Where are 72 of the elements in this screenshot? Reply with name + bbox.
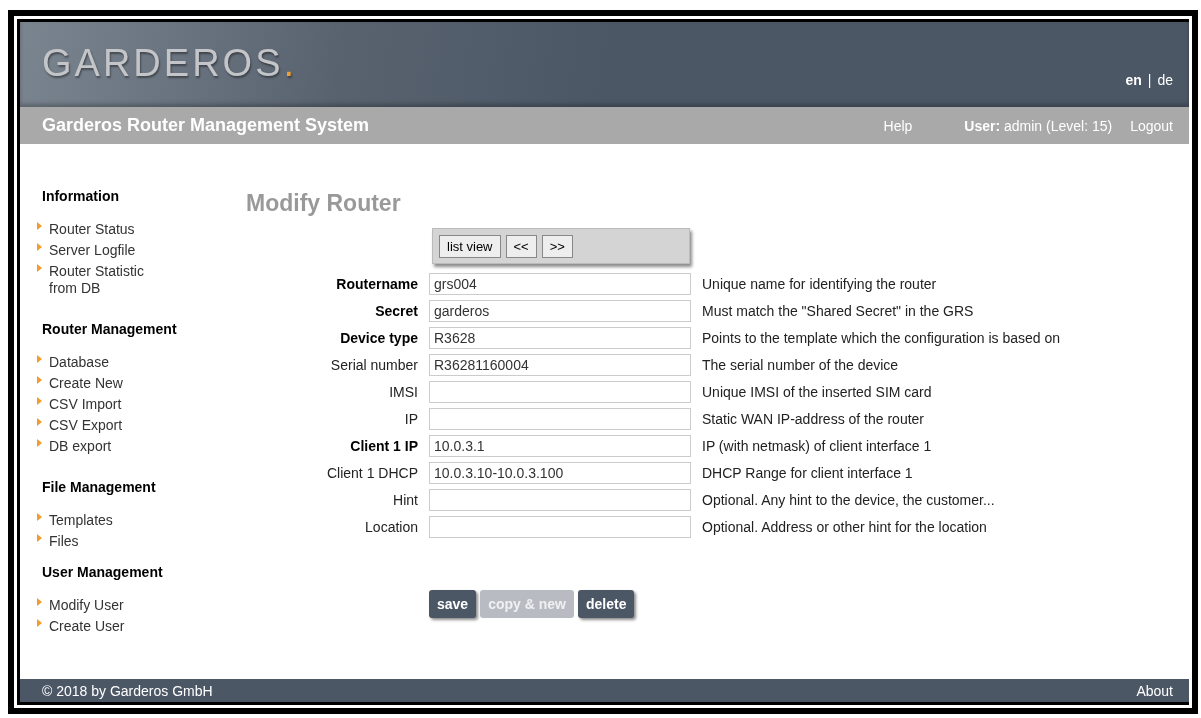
input-field[interactable] — [429, 489, 691, 511]
field-help: The serial number of the device — [702, 357, 900, 373]
action-button[interactable]: save — [429, 590, 477, 618]
nav-button[interactable]: list view — [439, 234, 501, 258]
input-field[interactable] — [429, 408, 691, 430]
field-label: Secret — [374, 303, 418, 319]
input-field[interactable]: R36281160004 — [429, 354, 691, 376]
caret-icon — [37, 534, 42, 542]
input-field[interactable]: garderos — [429, 300, 691, 322]
sidebar-link[interactable]: Database — [49, 354, 109, 371]
field-help: Unique IMSI of the inserted SIM card — [702, 384, 933, 400]
caret-icon — [37, 222, 42, 230]
sidebar-link[interactable]: CSV Import — [49, 396, 122, 413]
field-label: Location — [364, 519, 418, 535]
field-help: DHCP Range for client interface 1 — [702, 465, 914, 481]
sidebar-link[interactable]: Create New — [49, 375, 123, 392]
action-button[interactable]: delete — [577, 590, 635, 618]
sidebar-link[interactable]: Router Statistic from DB — [49, 263, 169, 297]
nav-button[interactable]: >> — [541, 234, 573, 258]
user-info: User: admin (Level: 15) — [964, 117, 1113, 134]
field-label: Client 1 DHCP — [325, 465, 418, 481]
input-field[interactable]: 10.0.3.1 — [429, 435, 691, 457]
language-link[interactable]: de — [1157, 72, 1173, 88]
sidebar-link[interactable]: Modify User — [49, 597, 124, 614]
sidebar-heading: File Management — [42, 479, 157, 495]
caret-icon — [37, 376, 42, 384]
field-label: IMSI — [388, 384, 418, 400]
input-field[interactable]: 10.0.3.10-10.0.3.100 — [429, 462, 691, 484]
copyright: © 2018 by Garderos GmbH — [42, 682, 213, 699]
caret-icon — [37, 598, 42, 606]
nav-button[interactable]: << — [505, 234, 537, 258]
field-label: Routername — [335, 276, 418, 292]
sidebar-heading: User Management — [42, 564, 164, 580]
input-field[interactable]: R3628 — [429, 327, 691, 349]
sidebar-link[interactable]: CSV Export — [49, 417, 123, 434]
field-help: Optional. Address or other hint for the location — [702, 519, 988, 535]
sidebar-link[interactable]: DB export — [49, 438, 112, 455]
field-help: Must match the "Shared Secret" in the GRS — [702, 303, 975, 319]
field-help: Optional. Any hint to the device, the customer... — [702, 492, 996, 508]
caret-icon — [37, 243, 42, 251]
caret-icon — [37, 513, 42, 521]
caret-icon — [37, 355, 42, 363]
field-label: Hint — [392, 492, 418, 508]
field-help: Static WAN IP-address of the router — [702, 411, 925, 427]
logo: GARDEROS. — [42, 42, 298, 85]
input-field[interactable] — [429, 381, 691, 403]
field-label: IP — [403, 411, 418, 427]
app-title: Garderos Router Management System — [42, 115, 371, 136]
sidebar-heading: Router Management — [42, 321, 178, 337]
sidebar-link[interactable]: Templates — [49, 512, 113, 529]
caret-icon — [37, 418, 42, 426]
language-link[interactable]: en — [1125, 72, 1142, 88]
sidebar-link[interactable]: Create User — [49, 618, 125, 635]
caret-icon — [37, 439, 42, 447]
field-help: Points to the template which the configuration is based on — [702, 330, 1061, 346]
separator: | — [1147, 72, 1152, 88]
field-label: Device type — [339, 330, 418, 346]
sidebar-link[interactable]: Server Logfile — [49, 242, 136, 259]
caret-icon — [37, 397, 42, 405]
about-link[interactable]: About — [1136, 682, 1173, 699]
sidebar-heading: Information — [42, 188, 120, 204]
caret-icon — [37, 264, 42, 272]
sidebar-link[interactable]: Router Status — [49, 221, 135, 238]
input-field[interactable] — [429, 516, 691, 538]
page-title: Modify Router — [246, 190, 402, 217]
field-help: Unique name for identifying the router — [702, 276, 938, 292]
field-label: Serial number — [329, 357, 418, 373]
caret-icon — [37, 619, 42, 627]
field-help: IP (with netmask) of client interface 1 — [702, 438, 933, 454]
field-label: Client 1 IP — [349, 438, 418, 454]
sidebar-link[interactable]: Files — [49, 533, 79, 550]
input-field[interactable]: grs004 — [429, 273, 691, 295]
